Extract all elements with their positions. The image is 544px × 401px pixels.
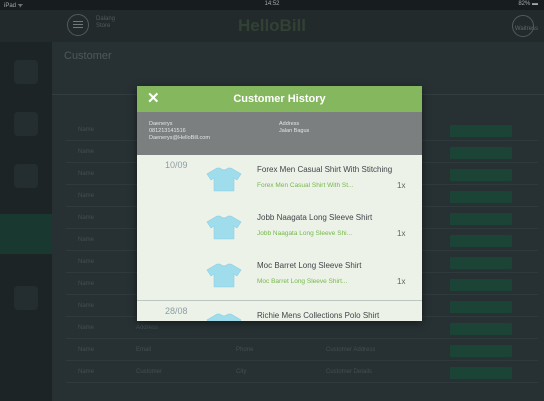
customer-email: Daenerys@HelloBill.com xyxy=(149,135,210,141)
customer-address: Address Jalan Bagus xyxy=(279,121,309,135)
product-quantity: 1x xyxy=(397,181,406,190)
history-entry[interactable]: Jobb Naagata Long Sleeve Shirt Jobb Naaga… xyxy=(137,203,422,251)
t-shirt-icon xyxy=(206,312,242,321)
product-name: Richie Mens Collections Polo Shirt xyxy=(257,311,380,320)
customer-contact: Daenerys 081213141516 Daenerys@HelloBill… xyxy=(149,121,210,142)
product-variant: Jobb Naagata Long Sleeve Shi... xyxy=(257,230,353,237)
customer-phone: 081213141516 xyxy=(149,128,186,134)
product-name: Moc Barret Long Sleeve Shirt xyxy=(257,261,362,270)
customer-info: Daenerys 081213141516 Daenerys@HelloBill… xyxy=(137,112,422,155)
history-date: 10/09 xyxy=(165,160,188,170)
history-entry[interactable]: 10/09 Forex Men Casual Shirt With Stitchi… xyxy=(137,155,422,203)
history-entry[interactable]: Moc Barret Long Sleeve Shirt Moc Barret L… xyxy=(137,251,422,299)
product-quantity: 1x xyxy=(397,277,406,286)
modal-title: Customer History xyxy=(233,93,326,105)
product-variant: Moc Barret Long Sleeve Shirt... xyxy=(257,278,348,285)
t-shirt-icon xyxy=(206,262,242,288)
customer-history-modal: ✕ Customer History Daenerys 081213141516… xyxy=(137,86,422,321)
product-name: Forex Men Casual Shirt With Stitching xyxy=(257,165,393,174)
product-name: Jobb Naagata Long Sleeve Shirt xyxy=(257,213,373,222)
address-label: Address xyxy=(279,121,300,127)
purchase-history-list[interactable]: 10/09 Forex Men Casual Shirt With Stitchi… xyxy=(137,155,422,321)
date-divider xyxy=(137,300,422,301)
history-date: 28/08 xyxy=(165,306,188,316)
customer-name: Daenerys xyxy=(149,121,173,127)
product-quantity: 1x xyxy=(397,229,406,238)
address-value: Jalan Bagus xyxy=(279,128,310,134)
history-entry[interactable]: 28/08 Richie Mens Collections Polo Shirt xyxy=(137,301,422,321)
product-variant: Forex Men Casual Shirt With St... xyxy=(257,182,354,189)
modal-header: ✕ Customer History xyxy=(137,86,422,112)
t-shirt-icon xyxy=(206,166,242,192)
t-shirt-icon xyxy=(206,214,242,240)
